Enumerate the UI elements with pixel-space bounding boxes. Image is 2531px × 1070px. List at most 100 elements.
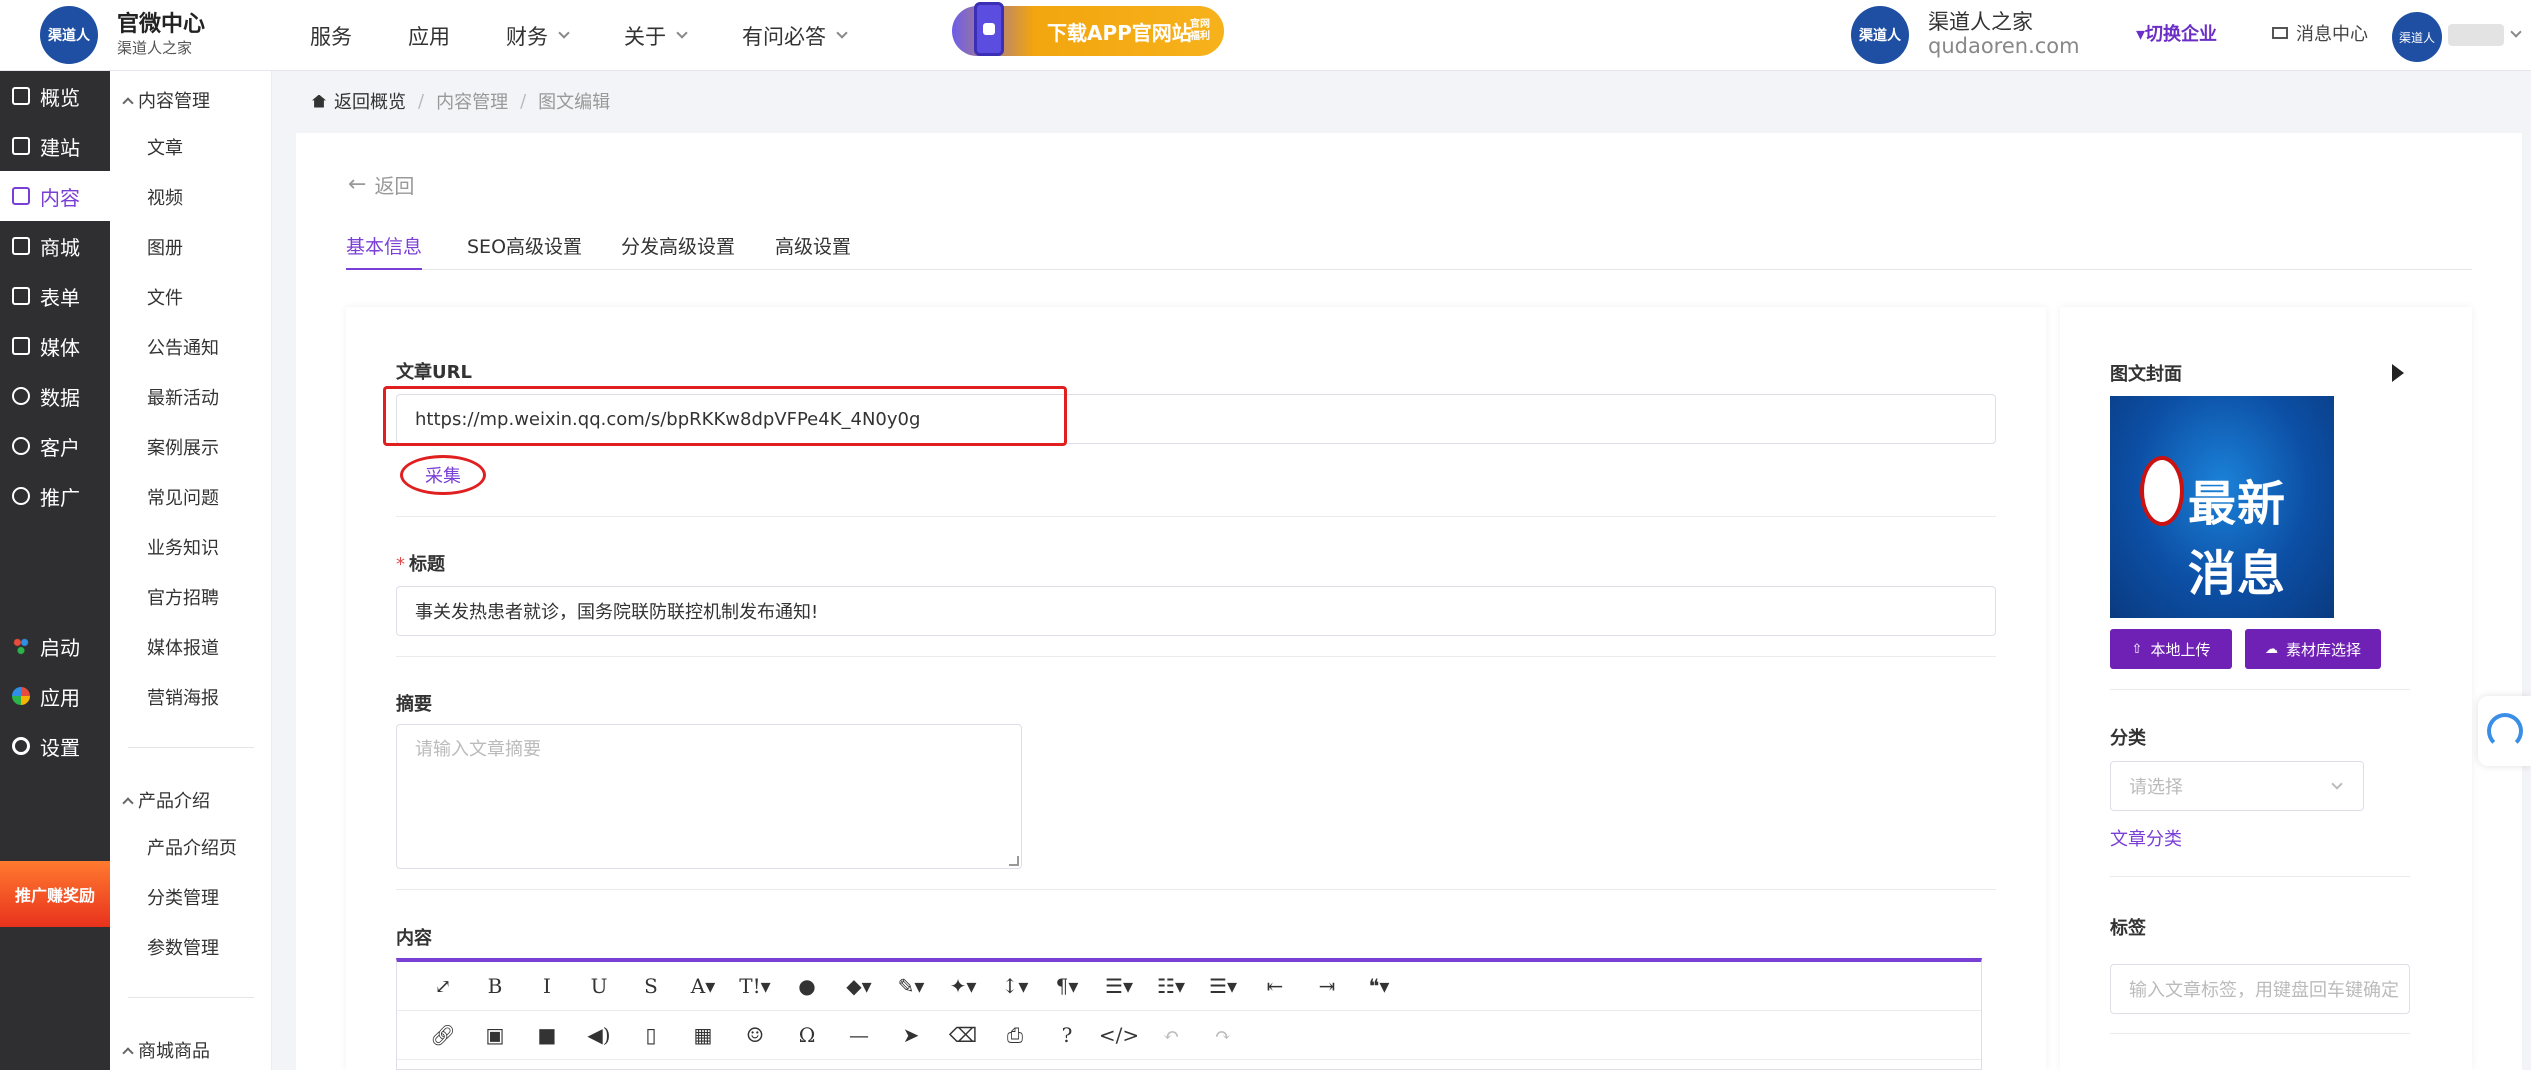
top-nav-faq[interactable]: 有问必答 xyxy=(742,21,848,51)
brand-logo[interactable]: 渠道人 xyxy=(40,6,98,64)
indent-icon[interactable]: ⇥ xyxy=(1301,970,1353,1002)
video-icon[interactable]: ■ xyxy=(521,1019,573,1051)
help-icon[interactable]: ? xyxy=(1041,1019,1093,1051)
sub-nav-item-faq[interactable]: 常见问题 xyxy=(147,484,219,510)
sub-nav-item-videos[interactable]: 视频 xyxy=(147,184,183,210)
link-icon[interactable]: 🔗︎ xyxy=(417,1019,469,1051)
breadcrumb-home[interactable]: 返回概览 xyxy=(334,88,406,114)
chevron-down-icon[interactable] xyxy=(2510,26,2522,38)
quote-icon[interactable]: ❝▾ xyxy=(1353,970,1405,1002)
sub-nav-group-content[interactable]: 内容管理 xyxy=(122,87,210,113)
sub-nav-item-files[interactable]: 文件 xyxy=(147,284,183,310)
download-app-banner[interactable]: 下载APP官网站 官网福利 xyxy=(952,2,1224,56)
sub-nav-item-jobs[interactable]: 官方招聘 xyxy=(147,584,219,610)
tab-advanced-settings[interactable]: 高级设置 xyxy=(775,232,851,270)
image-icon[interactable]: ▣ xyxy=(469,1019,521,1051)
collect-button[interactable]: 采集 xyxy=(400,455,486,495)
redo-icon[interactable]: ↷ xyxy=(1197,1019,1249,1051)
bold-icon[interactable]: B xyxy=(469,970,521,1002)
play-icon[interactable] xyxy=(2392,364,2404,382)
sidebar-item-forms[interactable]: 表单 xyxy=(0,271,110,321)
sub-nav-group-products[interactable]: 产品介绍 xyxy=(122,787,210,813)
resize-handle[interactable] xyxy=(1009,856,1019,866)
promo-reward-badge[interactable]: 推广赚奖励 xyxy=(0,861,110,927)
sub-nav-group-mall-goods[interactable]: 商城商品 xyxy=(122,1037,210,1063)
customer-service-button[interactable] xyxy=(2478,696,2531,766)
line-height-icon[interactable]: ↕▾ xyxy=(989,970,1041,1002)
align-icon[interactable]: ☰▾ xyxy=(1093,970,1145,1002)
sub-nav-item-notices[interactable]: 公告通知 xyxy=(147,334,219,360)
sidebar-item-site[interactable]: 建站 xyxy=(0,121,110,171)
sidebar-item-promote[interactable]: 推广 xyxy=(0,471,110,521)
article-category-link[interactable]: 文章分类 xyxy=(2110,825,2182,851)
sidebar-item-media[interactable]: 媒体 xyxy=(0,321,110,371)
divider-icon[interactable]: — xyxy=(833,1019,885,1051)
sidebar-item-settings[interactable]: 设置 xyxy=(0,721,110,771)
breadcrumb-content-management[interactable]: 内容管理 xyxy=(436,88,508,114)
ink-drop-icon[interactable]: ● xyxy=(781,970,833,1002)
sub-nav-item-posters[interactable]: 营销海报 xyxy=(147,684,219,710)
paragraph-icon[interactable]: ¶▾ xyxy=(1041,970,1093,1002)
outdent-icon[interactable]: ⇤ xyxy=(1249,970,1301,1002)
omega-icon[interactable]: Ω xyxy=(781,1019,833,1051)
sub-nav-item-parameters[interactable]: 参数管理 xyxy=(147,934,219,960)
sub-nav-item-categories[interactable]: 分类管理 xyxy=(147,884,219,910)
sub-nav-item-articles[interactable]: 文章 xyxy=(147,134,183,160)
file-icon[interactable]: ▯ xyxy=(625,1019,677,1051)
sub-nav-item-press[interactable]: 媒体报道 xyxy=(147,634,219,660)
emoji-icon[interactable]: ☺ xyxy=(729,1019,781,1051)
cover-image[interactable]: 最新消息 xyxy=(2110,396,2334,618)
italic-icon[interactable]: I xyxy=(521,970,573,1002)
sub-nav-item-knowledge[interactable]: 业务知识 xyxy=(147,534,219,560)
avatar[interactable]: 渠道人 xyxy=(2392,12,2442,62)
strikethrough-icon[interactable]: S xyxy=(625,970,677,1002)
pointer-icon[interactable]: ➤ xyxy=(885,1019,937,1051)
tags-input[interactable]: 输入文章标签，用键盘回车键确定 xyxy=(2110,964,2410,1014)
underline-icon[interactable]: U xyxy=(573,970,625,1002)
table-icon[interactable]: ▦ xyxy=(677,1019,729,1051)
top-nav-apps[interactable]: 应用 xyxy=(408,21,450,51)
sub-nav-item-cases[interactable]: 案例展示 xyxy=(147,434,219,460)
summary-textarea[interactable]: 请输入文章摘要 xyxy=(396,724,1022,869)
code-icon[interactable]: </> xyxy=(1093,1019,1145,1051)
sidebar-item-data[interactable]: 数据 xyxy=(0,371,110,421)
sub-nav-item-albums[interactable]: 图册 xyxy=(147,234,183,260)
font-color-icon[interactable]: A▾ xyxy=(677,970,729,1002)
undo-icon[interactable]: ↶ xyxy=(1145,1019,1197,1051)
document-icon xyxy=(12,187,30,205)
magic-wand-icon[interactable]: ✦▾ xyxy=(937,970,989,1002)
sub-nav-item-events[interactable]: 最新活动 xyxy=(147,384,219,410)
chevron-down-icon xyxy=(2331,778,2343,790)
category-select[interactable]: 请选择 xyxy=(2110,761,2364,811)
fullscreen-icon[interactable]: ⤢ xyxy=(417,970,469,1002)
tab-seo-settings[interactable]: SEO高级设置 xyxy=(467,232,582,270)
sidebar-item-apps[interactable]: 应用 xyxy=(0,671,110,721)
title-input[interactable]: 事关发热患者就诊，国务院联防联控机制发布通知! xyxy=(396,586,1996,636)
back-button[interactable]: ← 返回 xyxy=(348,170,414,199)
top-nav-service[interactable]: 服务 xyxy=(310,21,352,51)
tab-distribution-settings[interactable]: 分发高级设置 xyxy=(621,232,735,270)
brush-icon[interactable]: ✎▾ xyxy=(885,970,937,1002)
tab-basic-info[interactable]: 基本信息 xyxy=(346,232,423,270)
eraser-icon[interactable]: ⌫ xyxy=(937,1019,989,1051)
ordered-list-icon[interactable]: ☷▾ xyxy=(1145,970,1197,1002)
sidebar-item-mall[interactable]: 商城 xyxy=(0,221,110,271)
sidebar-item-customers[interactable]: 客户 xyxy=(0,421,110,471)
sidebar-item-overview[interactable]: 概览 xyxy=(0,71,110,121)
cover-image-text: 最新消息 xyxy=(2188,476,2287,602)
message-center-button[interactable]: 消息中心 xyxy=(2272,20,2368,46)
sub-nav-item-product-page[interactable]: 产品介绍页 xyxy=(147,834,237,860)
sidebar-item-launch[interactable]: 启动 xyxy=(0,621,110,671)
tag-icon[interactable]: ◆▾ xyxy=(833,970,885,1002)
switch-company-button[interactable]: ▾切换企业 xyxy=(2136,20,2217,46)
content-label: 内容 xyxy=(396,928,432,949)
sidebar-item-content[interactable]: 内容 xyxy=(0,171,110,221)
local-upload-button[interactable]: ⇧ 本地上传 xyxy=(2110,629,2232,669)
print-icon[interactable]: ⎙ xyxy=(989,1019,1041,1051)
audio-icon[interactable]: ◀) xyxy=(573,1019,625,1051)
top-nav-about[interactable]: 关于 xyxy=(624,21,688,51)
bullet-list-icon[interactable]: ☰▾ xyxy=(1197,970,1249,1002)
library-select-button[interactable]: ☁ 素材库选择 xyxy=(2245,629,2381,669)
font-size-icon[interactable]: T!▾ xyxy=(729,970,781,1002)
top-nav-finance[interactable]: 财务 xyxy=(506,21,570,51)
